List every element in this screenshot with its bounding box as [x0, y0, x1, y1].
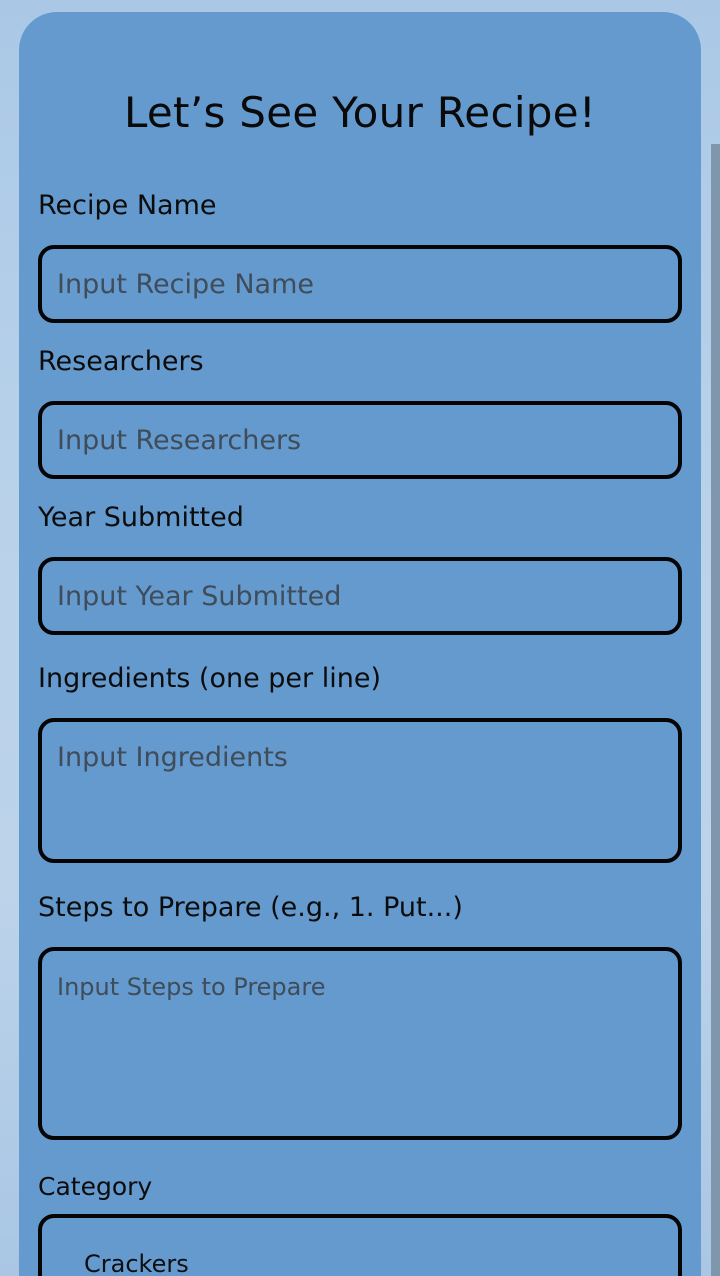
ingredients-label: Ingredients (one per line) [38, 663, 381, 694]
page-title: Let’s See Your Recipe! [123, 88, 597, 137]
year-submitted-input[interactable] [38, 557, 682, 635]
steps-label: Steps to Prepare (e.g., 1. Put...) [38, 892, 463, 923]
year-submitted-label: Year Submitted [38, 502, 244, 533]
recipe-name-input[interactable] [38, 245, 682, 323]
category-select[interactable]: Crackers [38, 1214, 682, 1276]
category-selected-value: Crackers [84, 1250, 189, 1276]
steps-textarea[interactable] [38, 947, 682, 1140]
scrollbar[interactable] [711, 144, 720, 1276]
researchers-input[interactable] [38, 401, 682, 479]
researchers-label: Researchers [38, 346, 204, 377]
recipe-form-card: Let’s See Your Recipe! Recipe Name Resea… [19, 12, 701, 1276]
ingredients-textarea[interactable] [38, 718, 682, 863]
recipe-name-label: Recipe Name [38, 190, 217, 221]
category-label: Category [38, 1172, 153, 1201]
